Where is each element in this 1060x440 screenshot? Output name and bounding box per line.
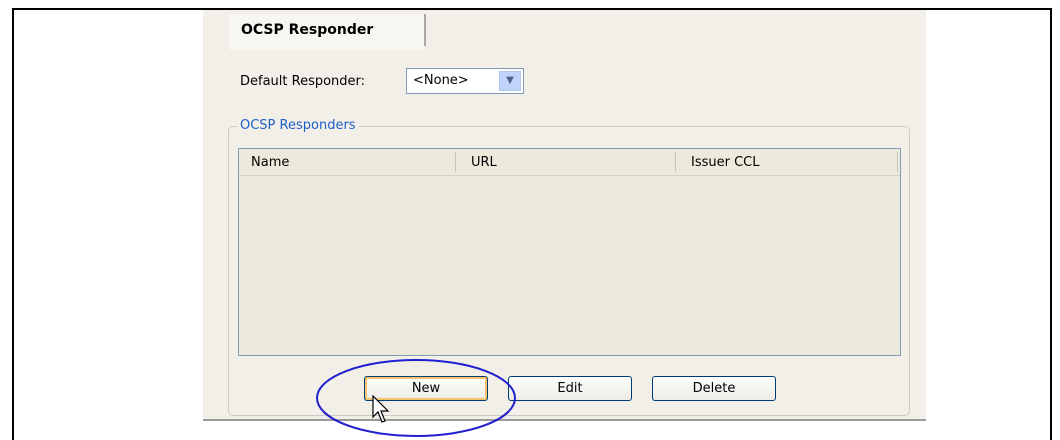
- default-responder-select[interactable]: <None> ▼: [406, 68, 524, 94]
- chevron-down-icon[interactable]: ▼: [499, 71, 521, 91]
- frame-left-line: [12, 8, 14, 440]
- highlight-ellipse: [316, 359, 516, 437]
- delete-button[interactable]: Delete: [652, 376, 776, 401]
- column-divider: [675, 152, 676, 172]
- tab-label: OCSP Responder: [241, 22, 374, 38]
- ocsp-responders-group-title: OCSP Responders: [237, 118, 359, 133]
- column-divider: [455, 152, 456, 172]
- default-responder-label: Default Responder:: [240, 74, 366, 89]
- responders-table[interactable]: Name URL Issuer CCL: [238, 148, 901, 356]
- column-header-url[interactable]: URL: [471, 155, 497, 170]
- frame-right-line: [1050, 8, 1052, 440]
- mouse-cursor-icon: [372, 395, 390, 423]
- column-divider: [897, 152, 898, 172]
- tab-separator: [424, 14, 426, 46]
- column-header-name[interactable]: Name: [251, 155, 289, 170]
- column-header-issuer-ccl[interactable]: Issuer CCL: [691, 155, 760, 170]
- edit-button[interactable]: Edit: [508, 376, 632, 401]
- default-responder-value: <None>: [413, 73, 469, 88]
- panel-bottom-edge: [203, 419, 926, 421]
- table-header: Name URL Issuer CCL: [239, 149, 900, 176]
